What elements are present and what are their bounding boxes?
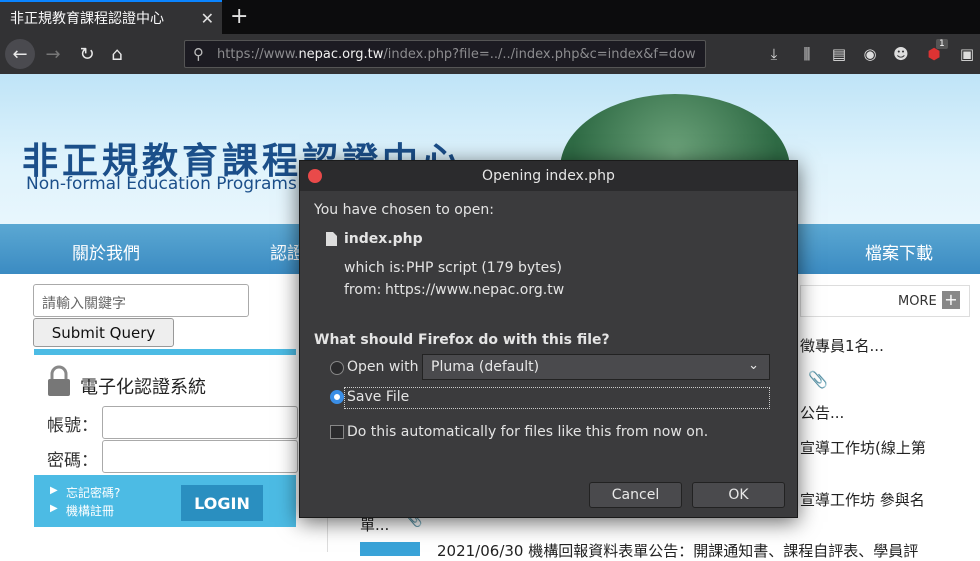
news-item[interactable]: 宣導工作坊 參與名 [800,489,925,510]
dialog-titlebar: Opening index.php [300,161,797,191]
register-link[interactable]: 機構註冊 [66,502,114,519]
category-badge [360,542,420,556]
menu-downloads[interactable]: 檔案下載 [865,239,933,264]
from-value: https://www.nepac.org.tw [385,282,565,298]
save-file-label[interactable]: Save File [347,389,409,405]
reload-icon[interactable]: ↻ [72,39,102,69]
news-item[interactable]: 徵專員1名... [800,335,884,356]
password-field[interactable] [102,440,298,473]
save-file-radio[interactable] [330,390,344,404]
back-icon[interactable]: ← [5,39,35,69]
news-item[interactable]: 公告... [800,402,844,423]
download-icon[interactable]: ⤓ [762,42,786,66]
chosen-label: You have chosen to open: [314,202,494,218]
chevron-down-icon: ⌄ [748,358,759,373]
site-subtitle: Non-formal Education Programs Ac [26,174,323,194]
question: What should Firefox do with this file? [314,332,610,348]
plus-icon[interactable]: + [942,291,960,309]
cancel-button[interactable]: Cancel [589,482,682,508]
file-icon [326,232,337,246]
open-file-dialog: Opening index.php You have chosen to ope… [299,160,798,518]
submit-button[interactable]: Submit Query [33,318,174,347]
sidebar-icon[interactable]: ▤ [827,42,851,66]
dialog-close-icon[interactable] [308,169,322,183]
open-with-label[interactable]: Open with [347,359,419,375]
lock-icon [48,365,70,396]
play-icon: ▶ [50,485,58,496]
news-item[interactable]: 宣導工作坊(線上第 [800,437,926,458]
library-icon[interactable]: ⫼ [795,42,819,66]
more-bar: MORE + [800,285,970,317]
search-input[interactable]: 請輸入關鍵字 [33,284,249,317]
search-icon: ⚲ [193,45,204,63]
close-icon[interactable]: ✕ [201,9,214,28]
new-tab-icon[interactable]: + [230,4,248,29]
which-is-label: which is: [344,260,406,276]
password-label: 密碼： [47,451,98,471]
play-icon-2: ▶ [50,503,58,514]
news-item[interactable]: 2021/06/30 機構回報資料表單公告：開課通知書、課程自評表、學員評 [437,540,918,561]
login-title: 電子化認證系統 [80,377,206,398]
login-button[interactable]: LOGIN [181,485,263,521]
forgot-password-link[interactable]: 忘記密碼? [66,484,120,501]
extension-icon-3[interactable]: ▣ [955,42,979,66]
attachment-icon: 📎 [808,370,828,389]
which-is-value: PHP script (179 bytes) [406,260,562,276]
url-bar[interactable]: ⚲ https://www.nepac.org.tw/index.php?fil… [184,40,706,68]
login-footer: ▶ 忘記密碼? ▶ 機構註冊 LOGIN [34,475,296,527]
tab-active[interactable]: 非正規教育課程認證中心 ✕ [0,0,222,34]
extension-icon[interactable]: ◉ [858,42,882,66]
ok-button[interactable]: OK [692,482,785,508]
auto-label[interactable]: Do this automatically for files like thi… [347,424,708,440]
home-icon[interactable]: ⌂ [102,39,132,69]
account-field[interactable] [102,406,298,439]
nav-bar: ← → ↻ ⌂ ⚲ https://www.nepac.org.tw/index… [0,34,980,74]
extension-icon-2[interactable]: ☻ [889,42,913,66]
tab-title: 非正規教育課程認證中心 [10,11,164,27]
open-with-select[interactable]: Pluma (default) ⌄ [422,354,770,380]
filename: index.php [344,231,423,247]
from-label: from: [344,282,382,298]
more-label[interactable]: MORE [898,294,937,309]
forward-icon[interactable]: → [38,39,68,69]
url-text: https://www.nepac.org.tw/index.php?file=… [217,46,696,62]
open-with-app: Pluma (default) [431,359,540,375]
login-panel: 電子化認證系統 帳號： 密碼： ▶ 忘記密碼? ▶ 機構註冊 LOGIN [34,349,298,527]
tab-bar: 非正規教育課程認證中心 ✕ + [0,0,980,34]
badge-count: 1 [936,39,948,49]
menu-about[interactable]: 關於我們 [72,239,140,264]
account-label: 帳號： [47,416,98,436]
dialog-title: Opening index.php [482,168,615,184]
open-with-radio[interactable] [330,361,344,375]
auto-checkbox[interactable] [330,425,344,439]
